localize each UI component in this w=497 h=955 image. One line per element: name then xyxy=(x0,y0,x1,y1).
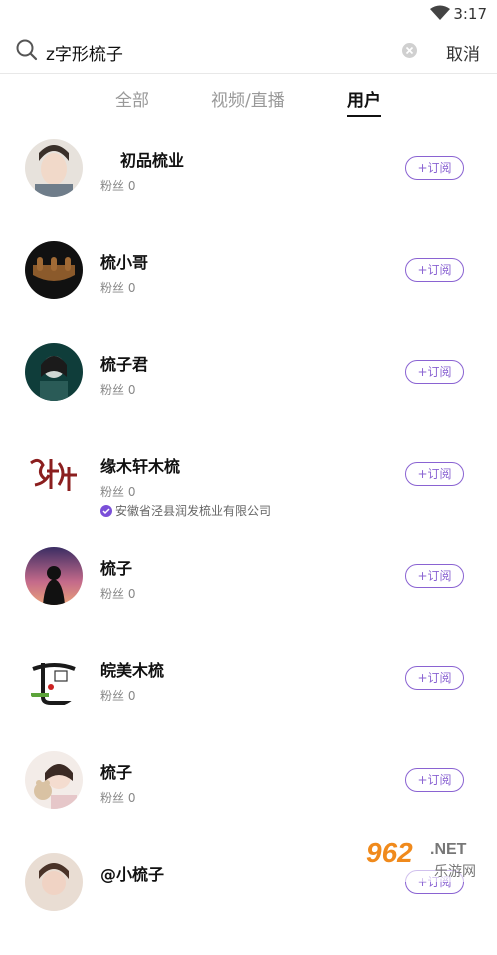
subscribe-button[interactable]: +订阅 xyxy=(405,666,464,690)
list-item[interactable]: 初品梳业 粉丝 0 +订阅 xyxy=(0,139,497,241)
fans-count: 粉丝 0 xyxy=(100,587,136,601)
search-icon xyxy=(16,39,38,61)
subscribe-button[interactable]: +订阅 xyxy=(405,462,464,486)
avatar[interactable] xyxy=(25,343,83,401)
fans-count: 粉丝 0 xyxy=(100,485,136,499)
list-item[interactable]: 缘木轩木梳 粉丝 0 安徽省泾县润发梳业有限公司 +订阅 xyxy=(0,445,497,547)
avatar[interactable] xyxy=(25,649,83,707)
user-name: 梳小哥 xyxy=(100,253,149,272)
status-bar: 3:17 xyxy=(0,0,497,28)
divider xyxy=(0,73,497,74)
subscribe-button[interactable]: +订阅 xyxy=(405,360,464,384)
avatar[interactable] xyxy=(25,241,83,299)
verified-icon xyxy=(100,505,112,517)
wifi-icon xyxy=(430,5,450,20)
user-name: 梳子 xyxy=(100,559,133,578)
search-input[interactable]: z字形梳子 xyxy=(46,40,123,65)
user-name: 梳子君 xyxy=(100,355,149,374)
avatar[interactable] xyxy=(25,139,83,197)
subscribe-button[interactable]: +订阅 xyxy=(405,258,464,282)
user-name: @小梳子 xyxy=(100,865,165,884)
watermark-logo: 962 .NET 乐游网 xyxy=(360,832,495,882)
list-item[interactable]: 梳小哥 粉丝 0 +订阅 xyxy=(0,241,497,343)
avatar[interactable] xyxy=(25,853,83,911)
clear-icon[interactable] xyxy=(402,43,417,58)
fans-count: 粉丝 0 xyxy=(100,791,136,805)
fans-count: 粉丝 0 xyxy=(100,281,136,295)
verified-company: 安徽省泾县润发梳业有限公司 xyxy=(115,504,272,518)
avatar[interactable] xyxy=(25,445,83,503)
tab-users[interactable]: 用户 xyxy=(347,86,381,111)
list-item[interactable]: 梳子 粉丝 0 +订阅 xyxy=(0,547,497,649)
avatar[interactable] xyxy=(25,547,83,605)
avatar[interactable] xyxy=(25,751,83,809)
verified-label: 安徽省泾县润发梳业有限公司 xyxy=(100,502,271,519)
user-name: 皖美木梳 xyxy=(100,661,165,680)
subscribe-button[interactable]: +订阅 xyxy=(405,768,464,792)
list-item[interactable]: 皖美木梳 粉丝 0 +订阅 xyxy=(0,649,497,751)
svg-text:962: 962 xyxy=(366,837,413,868)
fans-count: 粉丝 0 xyxy=(100,179,136,193)
fans-count: 粉丝 0 xyxy=(100,689,136,703)
svg-text:乐游网: 乐游网 xyxy=(434,864,476,880)
subscribe-button[interactable]: +订阅 xyxy=(405,156,464,180)
fans-count: 粉丝 0 xyxy=(100,383,136,397)
subscribe-button[interactable]: +订阅 xyxy=(405,564,464,588)
tab-all[interactable]: 全部 xyxy=(115,86,149,111)
list-item[interactable]: 梳子君 粉丝 0 +订阅 xyxy=(0,343,497,445)
cancel-button[interactable]: 取消 xyxy=(446,40,480,65)
user-name: 缘木轩木梳 xyxy=(100,457,181,476)
user-name: 初品梳业 xyxy=(120,151,185,170)
tab-video-live[interactable]: 视频/直播 xyxy=(211,86,285,111)
svg-text:.NET: .NET xyxy=(430,841,467,858)
search-bar: z字形梳子 取消 xyxy=(0,30,497,72)
tab-indicator xyxy=(347,115,381,117)
status-time: 3:17 xyxy=(453,5,487,23)
user-name: 梳子 xyxy=(100,763,133,782)
